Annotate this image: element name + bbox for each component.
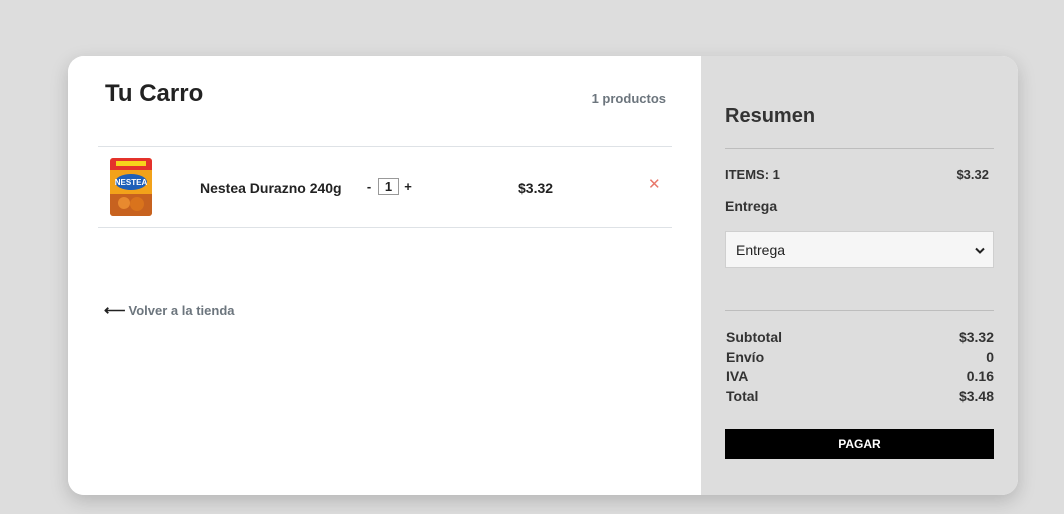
summary-panel: Resumen ITEMS: 1 $3.32 Entrega Entrega S… — [701, 56, 1018, 495]
quantity-stepper: - 1 + — [364, 178, 413, 195]
tax-value: 0.16 — [966, 368, 994, 384]
subtotal-label: Subtotal — [726, 329, 782, 345]
quantity-field[interactable]: 1 — [378, 178, 399, 195]
cart-item-row: NESTEA Nestea Durazno 240g - 1 + $3.32 ✕ — [98, 147, 672, 227]
back-link-label: Volver a la tienda — [128, 302, 235, 318]
items-total-value: $3.32 — [956, 167, 989, 182]
total-row: Total $3.48 — [726, 388, 994, 408]
chevron-down-icon — [975, 242, 985, 258]
increase-qty-button[interactable]: + — [403, 179, 413, 194]
shipping-row: Envío 0 — [726, 349, 994, 369]
total-value: $3.48 — [958, 387, 994, 404]
product-name: Nestea Durazno 240g — [200, 180, 342, 196]
total-label: Total — [726, 387, 759, 404]
decrease-qty-button[interactable]: - — [364, 179, 374, 194]
divider — [725, 148, 994, 149]
back-to-store-link[interactable]: ⟵ Volver a la tienda — [104, 301, 234, 319]
arrow-left-icon: ⟵ — [104, 302, 126, 319]
items-count-label: ITEMS: 1 — [725, 167, 780, 182]
cart-card: Tu Carro 1 productos NESTEA Nestea Duraz… — [68, 56, 1018, 495]
page-title: Tu Carro — [105, 80, 204, 107]
svg-text:NESTEA: NESTEA — [115, 178, 148, 187]
delivery-select-value: Entrega — [736, 241, 786, 258]
shipping-value: 0 — [986, 348, 994, 365]
tax-row: IVA 0.16 — [726, 368, 994, 388]
cart-panel: Tu Carro 1 productos NESTEA Nestea Duraz… — [68, 56, 701, 495]
delivery-label: Entrega — [725, 198, 778, 214]
subtotal-row: Subtotal $3.32 — [726, 329, 994, 349]
totals-list: Subtotal $3.32 Envío 0 IVA 0.16 Total $3… — [726, 329, 994, 407]
product-price: $3.32 — [518, 180, 554, 196]
divider — [725, 310, 994, 311]
summary-title: Resumen — [725, 105, 816, 127]
subtotal-value: $3.32 — [958, 329, 994, 345]
remove-item-icon[interactable]: ✕ — [648, 175, 661, 193]
delivery-select[interactable]: Entrega — [725, 231, 994, 268]
tax-label: IVA — [726, 368, 749, 384]
product-thumbnail: NESTEA — [110, 158, 152, 216]
pay-button[interactable]: PAGAR — [725, 429, 994, 459]
cart-count: 1 productos — [591, 91, 666, 106]
shipping-label: Envío — [726, 348, 765, 365]
divider — [98, 227, 672, 228]
